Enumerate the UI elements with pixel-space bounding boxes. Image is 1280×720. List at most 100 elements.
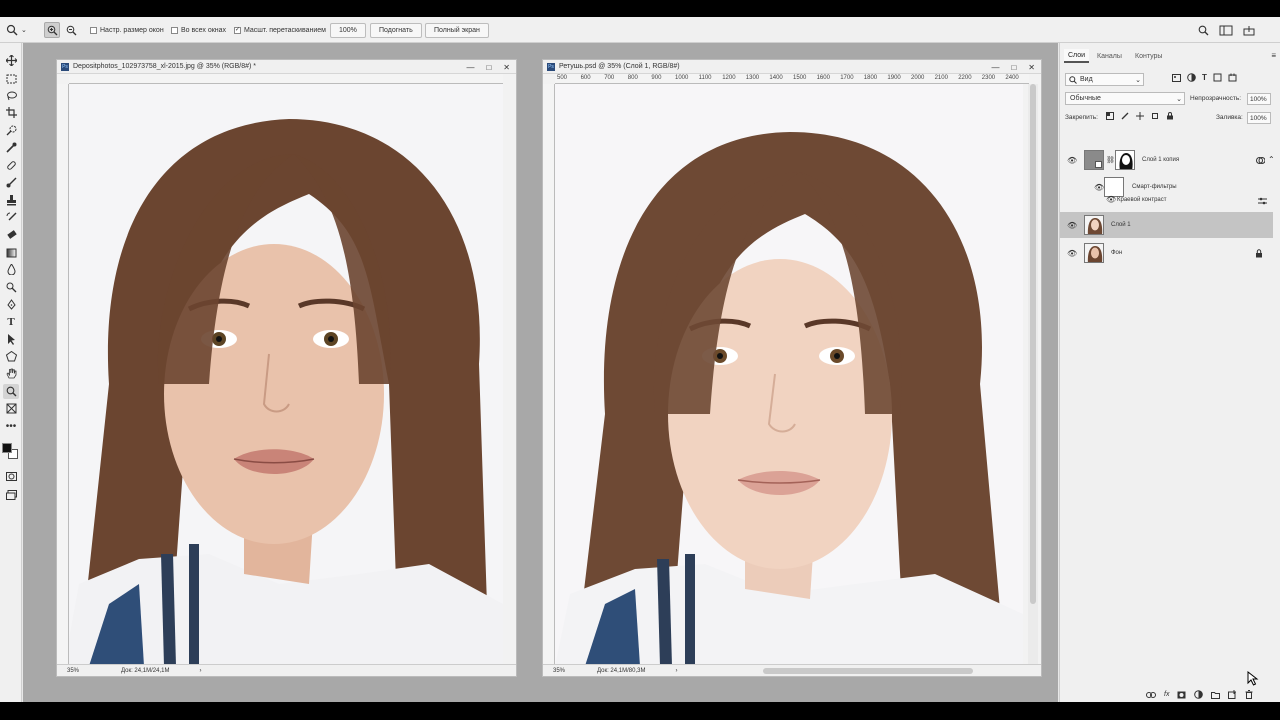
crop-tool[interactable] — [3, 105, 19, 120]
trash-icon[interactable] — [1245, 690, 1253, 699]
filter-options-icon[interactable] — [1258, 197, 1267, 205]
minimize-icon[interactable]: — — [466, 63, 474, 72]
chevron-up-icon[interactable]: ⌃ — [1268, 155, 1275, 164]
fill-input[interactable]: 100% — [1247, 112, 1271, 124]
more-tools[interactable]: ••• — [3, 419, 19, 434]
maximize-icon[interactable]: □ — [1011, 63, 1016, 72]
shape-tool[interactable] — [3, 349, 19, 364]
tab-paths[interactable]: Контуры — [1131, 49, 1166, 63]
hand-tool[interactable] — [3, 366, 19, 381]
tab-channels[interactable]: Каналы — [1093, 49, 1126, 63]
fx-icon[interactable]: fx — [1164, 691, 1169, 698]
move-tool[interactable] — [3, 53, 19, 68]
eyedropper-tool[interactable] — [3, 140, 19, 155]
filter-shape-icon[interactable] — [1213, 73, 1222, 82]
panel-menu-icon[interactable]: ≡ — [1271, 51, 1276, 60]
filter-pixel-icon[interactable] — [1172, 73, 1181, 82]
new-layer-icon[interactable] — [1228, 690, 1237, 699]
filter-adjustment-icon[interactable] — [1187, 73, 1196, 82]
resize-windows-checkbox[interactable] — [90, 26, 97, 34]
filter-type-icon[interactable]: T — [1202, 73, 1207, 82]
color-swatches[interactable] — [0, 441, 20, 463]
zoom-in-button[interactable] — [44, 22, 60, 38]
add-mask-icon[interactable] — [1177, 691, 1186, 699]
zoom-level[interactable]: 35% — [543, 668, 583, 674]
blend-mode-select[interactable]: Обычные ⌄ — [1065, 92, 1185, 105]
close-icon[interactable]: ✕ — [1028, 63, 1035, 72]
resize-windows-option[interactable]: Настр. размер окон — [90, 22, 164, 38]
brush-tool[interactable] — [3, 175, 19, 190]
zoom-value-field[interactable]: 100% — [330, 22, 366, 38]
eye-icon[interactable]: 👁 — [1067, 156, 1077, 165]
tab-layers[interactable]: Слои — [1064, 49, 1090, 63]
fit-screen-button[interactable]: Подогнать — [370, 22, 422, 38]
pen-tool[interactable] — [3, 297, 19, 312]
marquee-tool[interactable] — [3, 71, 19, 86]
new-group-icon[interactable] — [1211, 691, 1221, 699]
lock-artboard-icon[interactable] — [1151, 112, 1159, 120]
maximize-icon[interactable]: □ — [486, 63, 491, 72]
opacity-input[interactable]: 100% — [1247, 93, 1271, 105]
dodge-tool[interactable] — [3, 280, 19, 295]
zoom-tool-preset[interactable]: ⌄ — [6, 22, 27, 38]
quick-selection-tool[interactable] — [3, 123, 19, 138]
eye-icon[interactable]: 👁 — [1094, 183, 1104, 192]
gradient-tool[interactable] — [3, 245, 19, 260]
type-tool[interactable]: T — [3, 314, 19, 329]
adjustment-layer-icon[interactable] — [1194, 690, 1204, 699]
frame-tool[interactable] — [3, 401, 19, 416]
scrubby-zoom-checkbox[interactable]: ✓ — [234, 26, 241, 34]
filter-row-high-pass[interactable]: 👁 Краевой контраст — [1060, 194, 1280, 208]
lock-pixels-icon[interactable] — [1106, 112, 1114, 120]
link-icon[interactable]: ⛓ — [1106, 156, 1115, 164]
minimize-icon[interactable]: — — [991, 63, 999, 72]
clone-stamp-tool[interactable] — [3, 193, 19, 208]
image-canvas[interactable] — [555, 84, 1023, 666]
screen-mode-button[interactable] — [3, 487, 19, 502]
eye-icon[interactable]: 👁 — [1067, 221, 1077, 230]
layer-name[interactable]: Слой 1 — [1111, 222, 1131, 228]
foreground-color-swatch[interactable] — [2, 443, 12, 453]
bandage-icon — [6, 161, 16, 170]
search-icon[interactable] — [1198, 25, 1209, 36]
eye-icon[interactable]: 👁 — [1106, 195, 1116, 204]
layer-row-copy[interactable]: 👁 ⛓ Слой 1 копия ⌃ — [1060, 147, 1280, 173]
document-title-bar[interactable]: Ps Depositphotos_102973758_xl-2015.jpg @… — [57, 60, 516, 74]
link-layers-icon[interactable] — [1146, 691, 1156, 699]
layer-name[interactable]: Слой 1 копия — [1142, 157, 1179, 163]
lock-position-icon[interactable] — [1136, 112, 1144, 120]
close-icon[interactable]: ✕ — [503, 63, 510, 72]
zoom-level[interactable]: 35% — [57, 668, 97, 674]
lock-image-pixels-icon[interactable] — [1121, 112, 1129, 120]
lock-all-icon[interactable] — [1166, 112, 1174, 120]
vertical-scrollbar[interactable] — [1028, 84, 1038, 666]
layer-kind-filter[interactable]: Вид ⌄ — [1065, 73, 1144, 86]
chevron-right-icon[interactable]: › — [199, 668, 201, 674]
ruler-tick-label: 700 — [604, 75, 615, 81]
layer-row-background[interactable]: 👁 Фон — [1060, 240, 1280, 266]
blur-tool[interactable] — [3, 262, 19, 277]
scrubby-zoom-option[interactable]: ✓ Масшт. перетаскиванием — [234, 22, 326, 38]
document-title-bar[interactable]: Ps Ретушь.psd @ 35% (Слой 1, RGB/8#) — □… — [543, 60, 1041, 74]
history-brush-tool[interactable] — [3, 210, 19, 225]
all-windows-checkbox[interactable] — [171, 26, 178, 34]
horizontal-scrollbar-thumb[interactable] — [763, 668, 973, 674]
path-selection-tool[interactable] — [3, 332, 19, 347]
lasso-tool[interactable] — [3, 88, 19, 103]
workspace-icon[interactable] — [1219, 25, 1233, 36]
share-icon[interactable] — [1243, 25, 1255, 36]
chevron-right-icon[interactable]: › — [675, 668, 677, 674]
healing-brush-tool[interactable] — [3, 158, 19, 173]
zoom-out-button[interactable] — [63, 22, 79, 38]
filter-smart-object-icon[interactable] — [1228, 73, 1237, 82]
fill-screen-button[interactable]: Полный экран — [425, 22, 489, 38]
all-windows-option[interactable]: Во всех окнах — [171, 22, 226, 38]
image-canvas[interactable] — [69, 84, 503, 666]
scrollbar-thumb[interactable] — [1030, 84, 1036, 604]
layer-row-layer-1[interactable]: 👁 Слой 1 — [1060, 212, 1273, 238]
eye-icon[interactable]: 👁 — [1067, 249, 1077, 258]
zoom-tool[interactable] — [3, 384, 19, 399]
eraser-tool[interactable] — [3, 227, 19, 242]
quick-mask-button[interactable] — [3, 469, 19, 484]
layer-name[interactable]: Фон — [1111, 250, 1122, 256]
